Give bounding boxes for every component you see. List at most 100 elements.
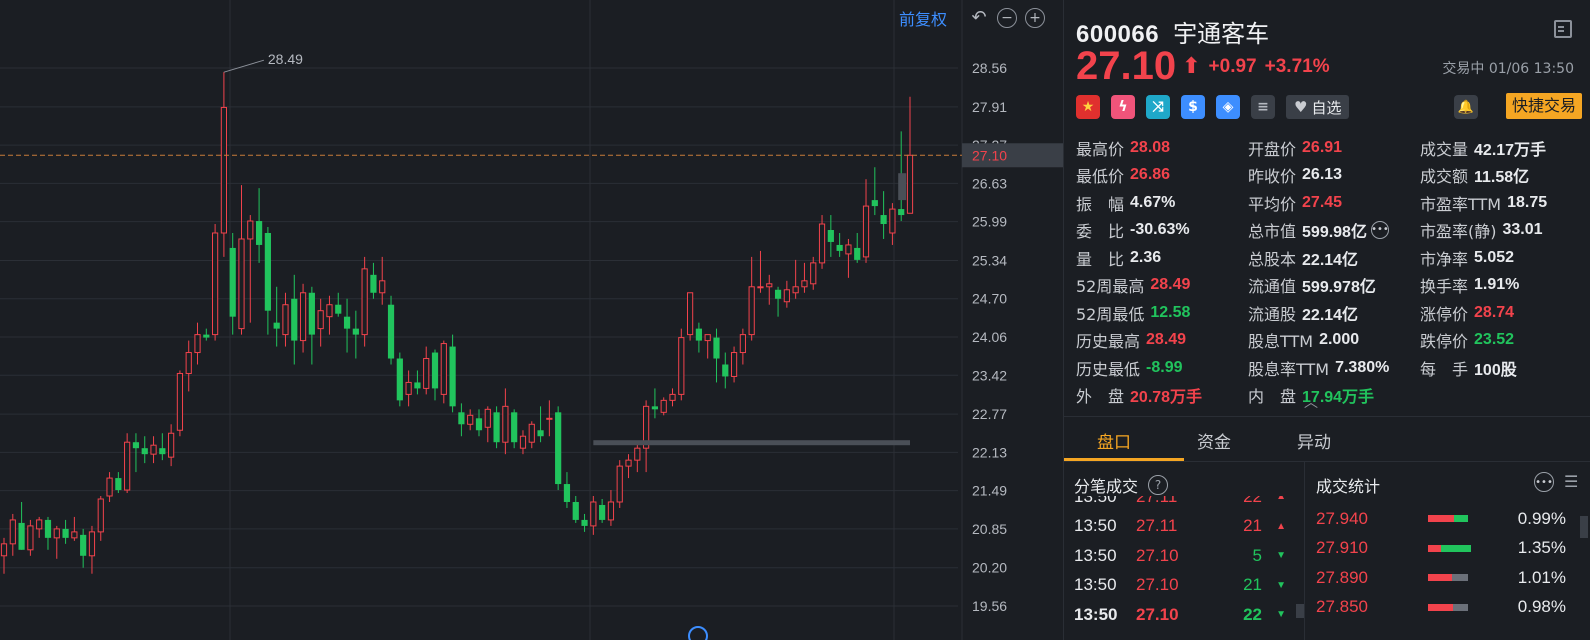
more-icon[interactable]: ••• (1370, 221, 1389, 240)
stat-cell: 市盈率TTM 18.75 (1420, 191, 1581, 215)
stat-value: 4.67% (1130, 193, 1176, 211)
undo-icon[interactable]: ↶ (969, 8, 989, 28)
y-tick-label: 19.56 (972, 598, 1007, 614)
candle-body (423, 358, 430, 389)
tick-volume: 5 (1252, 545, 1262, 565)
candle-body (686, 292, 694, 336)
stat-cell: 流通股 22.14亿 (1248, 301, 1420, 325)
candle-body (150, 444, 157, 455)
lightning-icon[interactable]: ϟ (1111, 95, 1135, 119)
bell-icon[interactable]: 🔔 (1454, 95, 1478, 119)
tab-pankou[interactable]: 盘口 (1064, 424, 1164, 453)
add-favorite-button[interactable]: ♥ 自选 (1286, 95, 1350, 119)
tag-icon[interactable]: ◈ (1216, 95, 1240, 119)
candle-body (370, 274, 377, 293)
tick-price: 27.11 (1136, 496, 1178, 506)
stat-label: 平均价 (1248, 194, 1297, 214)
document-icon[interactable]: ≡ (1251, 95, 1275, 119)
stat-value: 27.45 (1302, 193, 1343, 211)
sell-bar (1452, 574, 1469, 581)
candle-body (704, 334, 711, 342)
up-arrow-icon: ⬆ (1182, 54, 1201, 79)
candle-body (889, 208, 896, 234)
y-tick-label: 25.99 (972, 214, 1007, 230)
candle-body (255, 221, 263, 245)
volstats-bar (1428, 574, 1469, 581)
price-adjust-button[interactable]: 前复权 (899, 6, 947, 30)
candle-body (906, 154, 914, 214)
tick-time: 13:50 (1074, 575, 1117, 594)
list-icon[interactable]: ☰ (1564, 474, 1582, 490)
more-icon[interactable]: ••• (1534, 472, 1554, 492)
triangle-down-icon: ▼ (1276, 609, 1286, 620)
candle-body (80, 534, 87, 556)
kline-chart-area[interactable]: 28.5627.9127.2726.6325.9925.3424.7024.06… (0, 0, 1063, 640)
tab-zijin[interactable]: 资金 (1164, 424, 1264, 453)
stat-cell: 外 盘 20.78万手 (1076, 383, 1248, 407)
stat-label: 流通值 (1248, 277, 1297, 297)
candle-body (299, 292, 307, 342)
ticks-scrollbar[interactable] (1296, 604, 1304, 618)
stat-label: 内 盘 (1248, 387, 1297, 407)
candle-body (537, 430, 544, 437)
stat-value: 22.14亿 (1302, 306, 1359, 324)
stats-grid: 最高价 28.08 开盘价 26.91 成交量 42.17万手 最低价 26.86 昨收价 26.… (1076, 134, 1581, 409)
ticks-title: 分笔成交 (1074, 477, 1139, 496)
stat-value: 1.91% (1474, 276, 1520, 294)
candle-body (97, 498, 104, 533)
candle-body (247, 220, 254, 240)
candle-body (379, 280, 386, 294)
stat-cell: 委 比 -30.63% (1076, 218, 1248, 242)
locate-icon[interactable] (688, 626, 708, 640)
ticks-list[interactable]: 13:50 27.11 22 ▲ 13:50 27.11 21 ▲ 13:50 27.10 5 ▼ 13… (1064, 496, 1302, 640)
candle-body (36, 519, 43, 530)
candle-body (590, 501, 597, 527)
candle-body (678, 337, 685, 395)
candle-body (308, 292, 315, 335)
support-band (593, 440, 910, 446)
candle-body (528, 423, 535, 443)
zoom-in-icon[interactable]: + (1025, 8, 1045, 28)
quick-trade-button[interactable]: 快捷交易 (1505, 93, 1582, 119)
divider (1304, 462, 1305, 640)
volstats-bar (1428, 515, 1468, 522)
candle-body (599, 504, 606, 520)
stat-cell: 昨收价 26.13 (1248, 163, 1420, 187)
stat-cell: 股息率TTM 7.380% (1248, 356, 1420, 380)
flag-cn-icon[interactable]: ★ (1076, 95, 1100, 119)
tab-yidong[interactable]: 异动 (1264, 424, 1364, 453)
kline-chart[interactable]: 28.5627.9127.2726.6325.9925.3424.7024.06… (0, 0, 1063, 640)
candle-body (132, 442, 140, 449)
candle-body (291, 298, 298, 341)
candle-body (669, 393, 676, 401)
stat-cell: 52周最低 12.58 (1076, 301, 1248, 325)
help-icon[interactable]: ? (1148, 475, 1169, 495)
y-tick-label: 27.91 (972, 99, 1007, 115)
collapse-icon[interactable]: ︿ (1304, 392, 1318, 412)
stats-row: 振 幅 4.67% 平均价 27.45 市盈率TTM 18.75 (1076, 189, 1581, 217)
stat-cell: 最高价 28.08 (1076, 136, 1248, 160)
layout-icon[interactable] (1554, 20, 1572, 38)
panel-scrollbar[interactable] (1580, 516, 1588, 538)
shuffle-icon[interactable]: ⤨ (1146, 95, 1170, 119)
candle-body (827, 229, 834, 242)
y-tick-label: 26.63 (972, 175, 1007, 191)
stat-value: 28.49 (1146, 331, 1187, 349)
stat-label: 委 比 (1076, 222, 1125, 242)
stat-value: 26.13 (1302, 166, 1343, 184)
candle-body (845, 244, 852, 255)
volstats-list: 27.940 0.99% 27.910 1.35% 27.890 1.01% 27.850 0… (1316, 504, 1586, 622)
dollar-icon[interactable]: $ (1181, 95, 1205, 119)
stat-cell: 历史最高 28.49 (1076, 328, 1248, 352)
candle-body (282, 304, 289, 336)
candle-body (572, 501, 579, 520)
candle-body (106, 477, 113, 497)
candle-body (27, 525, 34, 551)
volstats-price: 27.910 (1316, 538, 1368, 558)
stat-value: 100股 (1474, 361, 1517, 379)
zoom-out-icon[interactable]: − (997, 8, 1017, 28)
stat-cell: 成交额 11.58亿 (1420, 163, 1581, 187)
y-tick-label: 28.56 (972, 60, 1007, 76)
stat-value: 28.08 (1130, 138, 1171, 156)
candle-body (748, 286, 755, 336)
